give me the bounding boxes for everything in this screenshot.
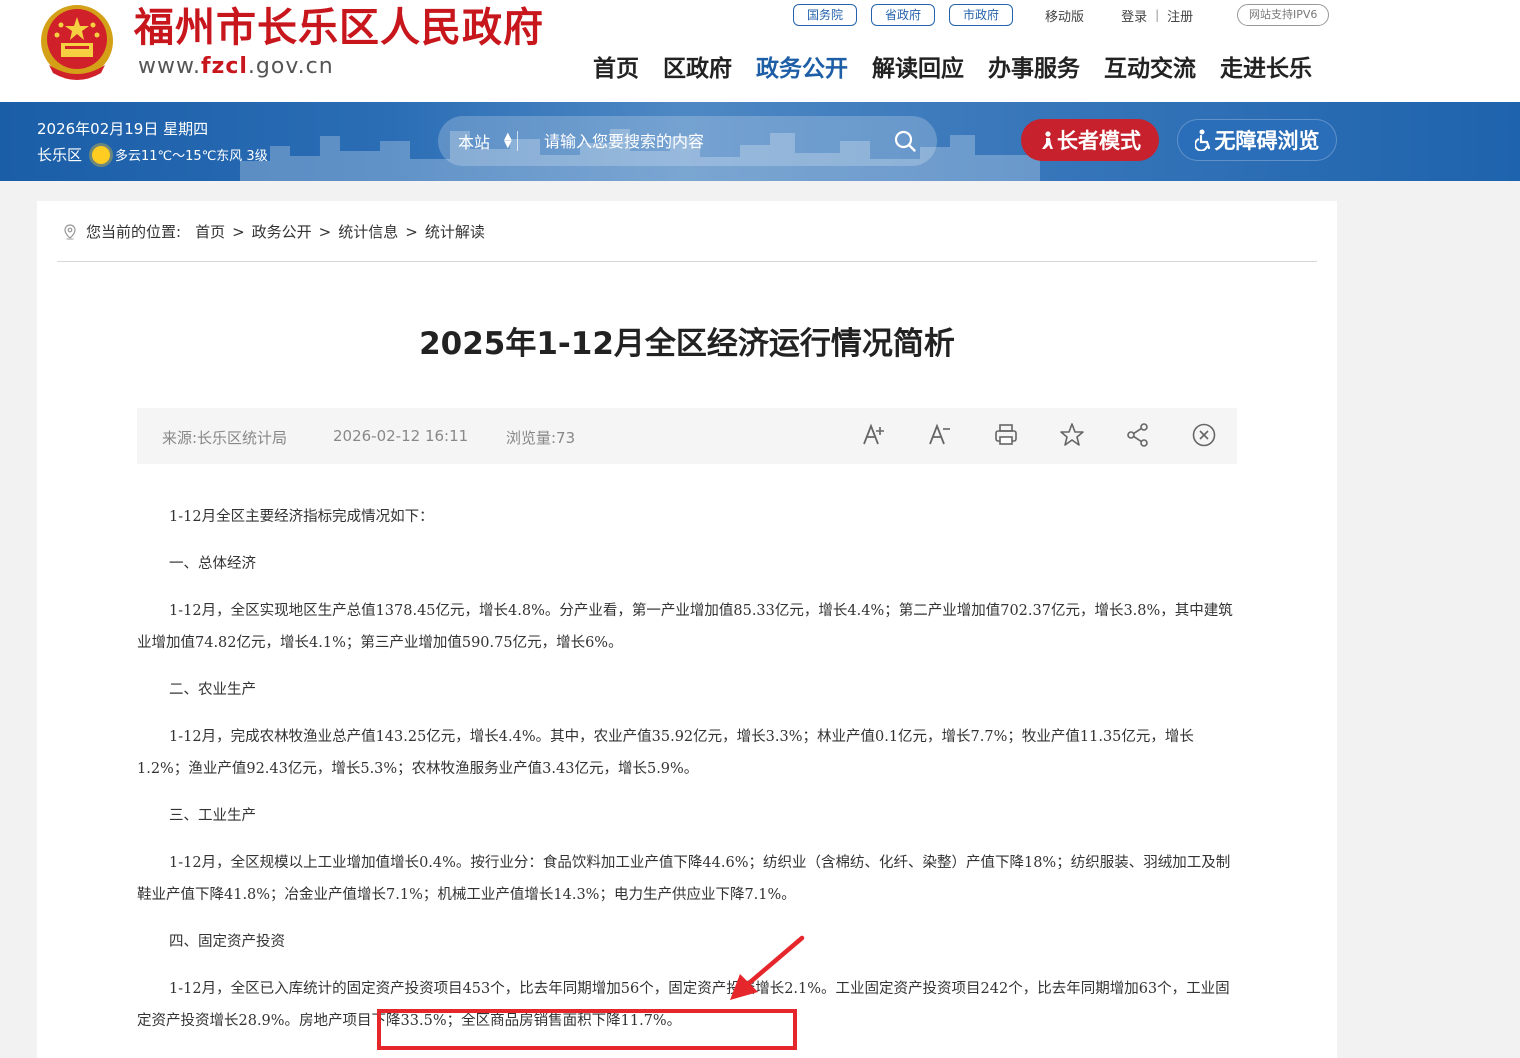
national-emblem-logo <box>41 5 113 80</box>
ipv6-badge: 网站支持IPV6 <box>1237 4 1330 26</box>
nav-about-changle[interactable]: 走进长乐 <box>1220 53 1312 85</box>
register-link[interactable]: 注册 <box>1167 6 1193 25</box>
font-increase-icon[interactable] <box>861 422 887 448</box>
search-input[interactable] <box>544 131 864 151</box>
url-prefix: www. <box>138 54 201 79</box>
section-heading: 三、工业生产 <box>169 808 256 824</box>
search-scope-label: 本站 <box>458 133 491 152</box>
link-city-gov[interactable]: 市政府 <box>949 4 1014 26</box>
divider <box>57 261 1317 262</box>
search-icon[interactable] <box>893 129 917 153</box>
breadcrumb-prefix: 您当前的位置: <box>86 223 182 241</box>
accessibility-label: 无障碍浏览 <box>1214 129 1320 153</box>
red-highlight-box <box>377 1009 797 1050</box>
font-decrease-icon[interactable] <box>927 422 953 448</box>
breadcrumb: 您当前的位置: 首页 > 政务公开 > 统计信息 > 统计解读 <box>63 221 485 242</box>
location-pin-icon <box>64 223 76 240</box>
elder-mode-button[interactable]: 长者模式 <box>1021 119 1159 161</box>
url-brand: fzcl <box>200 54 248 79</box>
section-heading: 一、总体经济 <box>169 556 256 572</box>
article-paragraph: 1-12月全区主要经济指标完成情况如下： <box>169 509 434 525</box>
wheelchair-icon <box>1194 129 1210 151</box>
article-meta-bar: 来源:长乐区统计局 2026-02-12 16:11 浏览量:73 <box>137 408 1237 464</box>
top-links: 国务院 省政府 市政府 移动版 登录 | 注册 <box>793 4 1193 26</box>
weather-info: 长乐区 多云11℃～15℃东风 3级 <box>37 144 268 165</box>
divider <box>516 131 518 151</box>
article-paragraph: 1-12月，全区实现地区生产总值1378.45亿元，增长4.8%。分产业看，第一… <box>137 603 1233 651</box>
site-url: www.fzcl.gov.cn <box>138 54 334 79</box>
breadcrumb-separator: > <box>405 222 418 241</box>
elder-icon <box>1042 131 1053 149</box>
breadcrumb-separator: > <box>318 222 332 241</box>
nav-interaction[interactable]: 互动交流 <box>1104 53 1196 85</box>
site-header: 福州市长乐区人民政府 www.fzcl.gov.cn 国务院 省政府 市政府 移… <box>0 0 1520 102</box>
print-icon[interactable] <box>993 422 1019 448</box>
nav-gov-affairs[interactable]: 政务公开 <box>756 53 848 85</box>
article-title: 2025年1-12月全区经济运行情况简析 <box>419 326 955 362</box>
breadcrumb-home[interactable]: 首页 <box>195 221 225 242</box>
section-heading: 四、固定资产投资 <box>169 934 285 950</box>
breadcrumb-stat-interpretation[interactable]: 统计解读 <box>425 221 485 242</box>
divider: | <box>1155 8 1160 22</box>
close-icon[interactable] <box>1191 422 1217 448</box>
article-body: 1-12月全区主要经济指标完成情况如下： 一、总体经济 1-12月，全区实现地区… <box>137 501 1237 1052</box>
accessibility-button[interactable]: 无障碍浏览 <box>1177 119 1337 161</box>
link-state-council[interactable]: 国务院 <box>793 4 858 26</box>
weather-text: 多云11℃～15℃东风 3级 <box>115 149 268 164</box>
sort-arrows-icon: ▲ ▼ <box>504 131 512 150</box>
district-name: 长乐区 <box>37 146 83 164</box>
mobile-version-link[interactable]: 移动版 <box>1045 6 1084 25</box>
article-date: 2026-02-12 16:11 <box>333 427 469 445</box>
breadcrumb-gov-affairs[interactable]: 政务公开 <box>252 221 312 242</box>
elder-mode-label: 长者模式 <box>1057 129 1141 153</box>
star-favorite-icon[interactable] <box>1059 422 1085 448</box>
search-band: 2026年02月19日 星期四 长乐区 多云11℃～15℃东风 3级 本站 ▲ ▼… <box>0 102 1520 181</box>
nav-home[interactable]: 首页 <box>593 53 639 85</box>
site-name: 福州市长乐区人民政府 <box>134 4 544 51</box>
search-scope-select[interactable]: 本站 ▲ ▼ <box>438 129 530 153</box>
nav-services[interactable]: 办事服务 <box>988 53 1080 85</box>
section-heading: 二、农业生产 <box>169 682 256 698</box>
share-icon[interactable] <box>1125 422 1151 448</box>
article-source: 来源:长乐区统计局 <box>162 429 288 447</box>
nav-district-gov[interactable]: 区政府 <box>663 53 732 85</box>
login-link[interactable]: 登录 <box>1121 6 1147 25</box>
article-paragraph: 1-12月，全区规模以上工业增加值增长0.4%。按行业分：食品饮料加工业产值下降… <box>137 855 1231 903</box>
main-nav: 首页 区政府 政务公开 解读回应 办事服务 互动交流 走进长乐 <box>593 53 1312 85</box>
article-views: 浏览量:73 <box>506 429 576 447</box>
article-paragraph: 1-12月，完成农林牧渔业总产值143.25亿元，增长4.4%。其中，农业产值3… <box>137 729 1194 777</box>
red-arrow-annotation <box>730 935 805 1000</box>
breadcrumb-separator: > <box>232 222 245 241</box>
current-date: 2026年02月19日 星期四 <box>37 120 209 138</box>
search-bar: 本站 ▲ ▼ <box>438 116 937 166</box>
nav-interpretation[interactable]: 解读回应 <box>872 53 964 85</box>
url-suffix: .gov.cn <box>247 54 334 79</box>
sun-icon <box>92 145 111 164</box>
content-panel: 您当前的位置: 首页 > 政务公开 > 统计信息 > 统计解读 2025年1-1… <box>37 201 1337 1058</box>
link-provincial-gov[interactable]: 省政府 <box>871 4 936 26</box>
breadcrumb-statistics[interactable]: 统计信息 <box>338 221 398 242</box>
